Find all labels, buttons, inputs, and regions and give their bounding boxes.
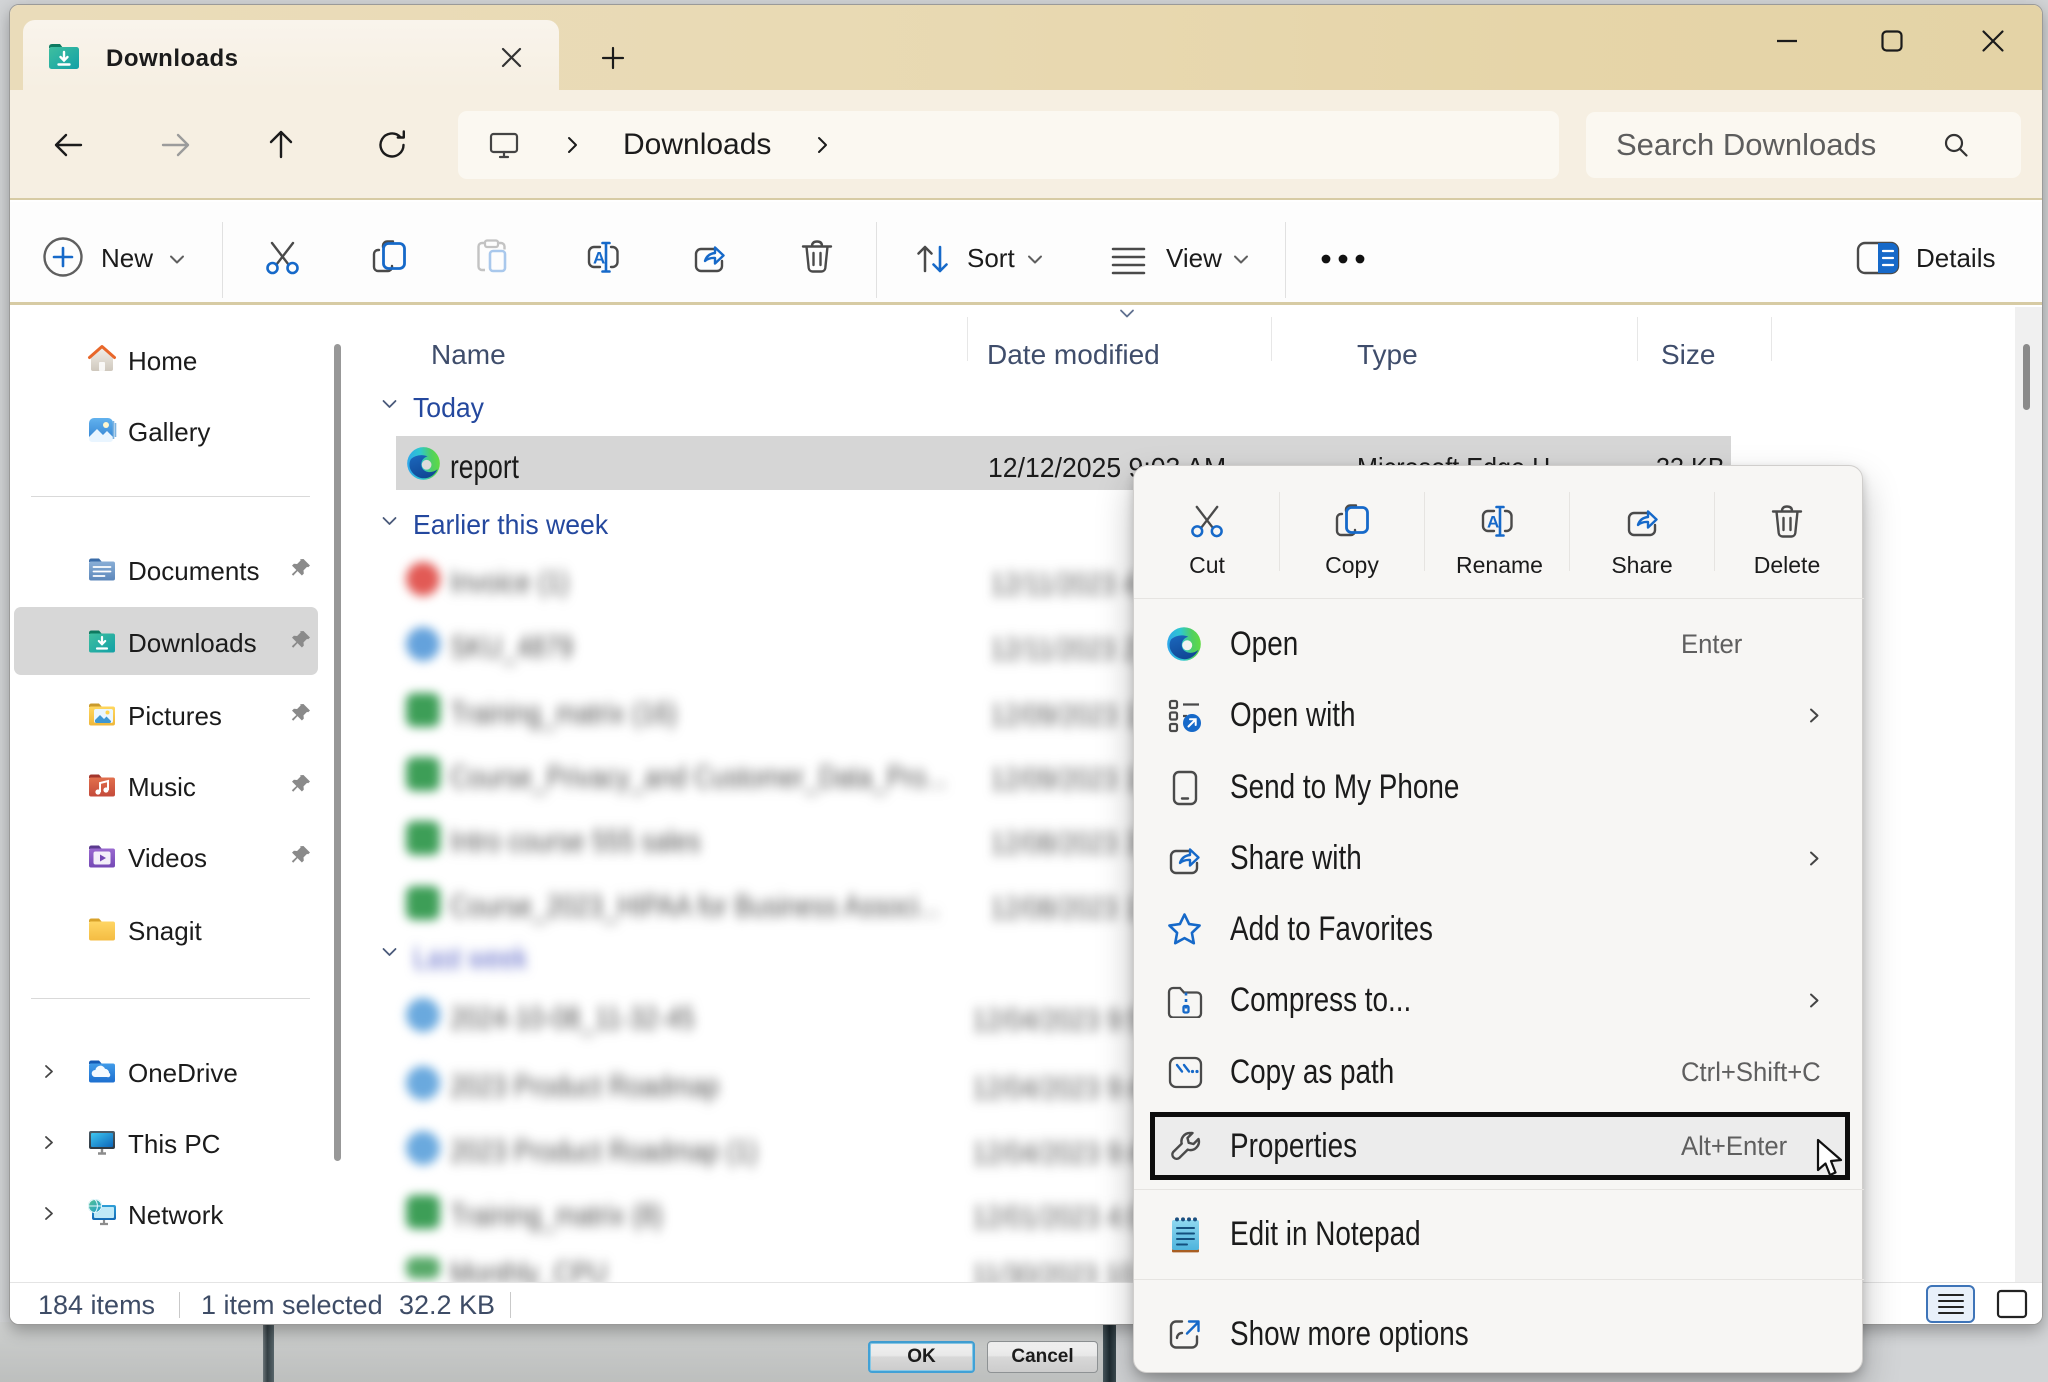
svg-text:A: A bbox=[1487, 513, 1499, 532]
svg-text:A: A bbox=[593, 249, 605, 268]
